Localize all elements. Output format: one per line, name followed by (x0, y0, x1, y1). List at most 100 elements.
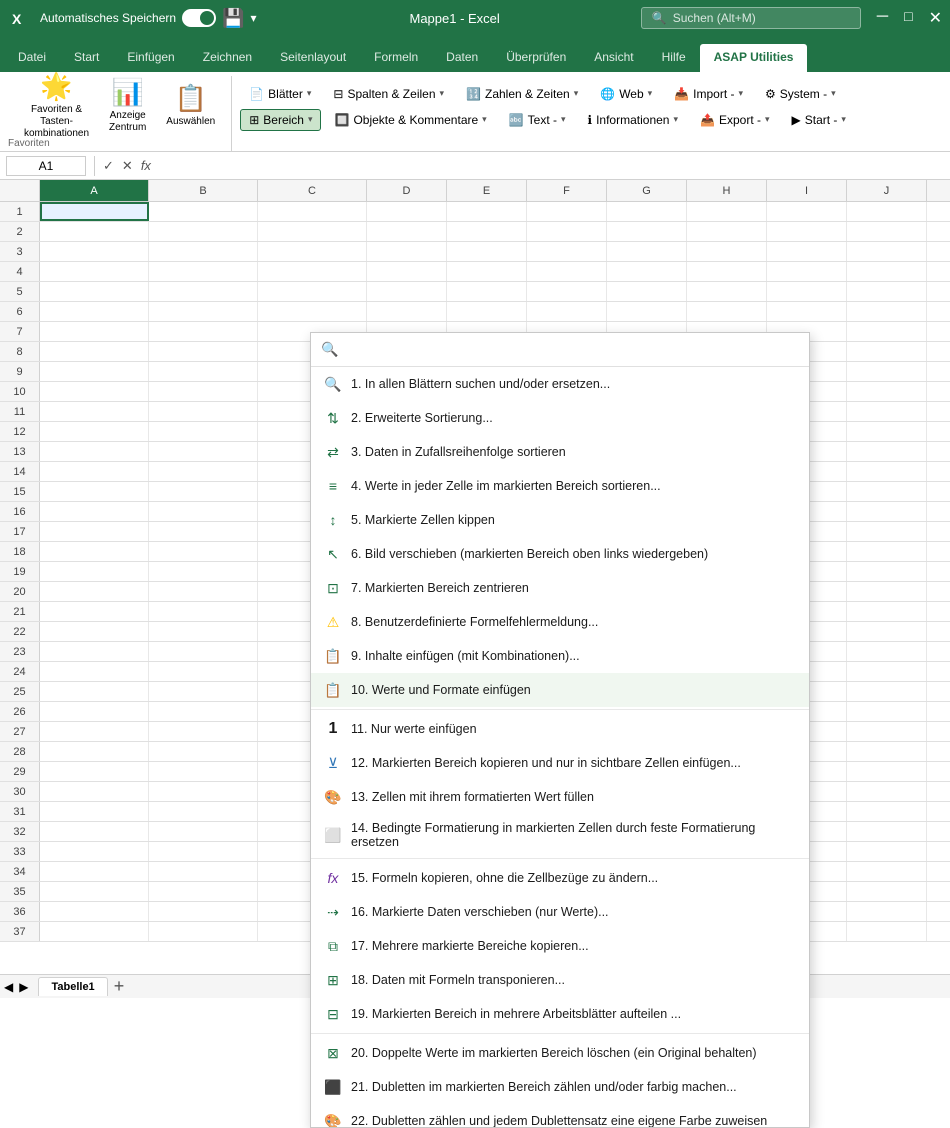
menu-item[interactable]: ⊞18. Daten mit Formeln transponieren... (311, 963, 809, 997)
grid-cell[interactable] (927, 542, 950, 561)
menu-item[interactable]: ≡4. Werte in jeder Zelle im markierten B… (311, 469, 809, 503)
grid-cell[interactable] (40, 782, 149, 801)
grid-cell[interactable] (40, 762, 149, 781)
grid-cell[interactable] (149, 782, 258, 801)
save-icon[interactable]: 💾 (222, 8, 244, 29)
grid-cell[interactable] (847, 882, 927, 901)
grid-cell[interactable] (927, 602, 950, 621)
grid-cell[interactable] (847, 362, 927, 381)
grid-cell[interactable] (40, 702, 149, 721)
grid-cell[interactable] (847, 762, 927, 781)
grid-cell[interactable] (40, 502, 149, 521)
grid-cell[interactable] (40, 882, 149, 901)
grid-cell[interactable] (447, 302, 527, 321)
grid-cell[interactable] (40, 382, 149, 401)
grid-cell[interactable] (149, 262, 258, 281)
col-header-I[interactable]: I (767, 180, 847, 201)
tab-hilfe[interactable]: Hilfe (648, 44, 700, 72)
grid-cell[interactable] (149, 442, 258, 461)
grid-cell[interactable] (767, 282, 847, 301)
grid-cell[interactable] (927, 842, 950, 861)
dropdown-export[interactable]: 📤 Export - ▾ (691, 109, 779, 131)
grid-cell[interactable] (258, 302, 367, 321)
grid-cell[interactable] (927, 662, 950, 681)
grid-cell[interactable] (149, 362, 258, 381)
grid-cell[interactable] (847, 622, 927, 641)
grid-cell[interactable] (149, 562, 258, 581)
grid-cell[interactable] (927, 482, 950, 501)
tab-formeln[interactable]: Formeln (360, 44, 432, 72)
cross-icon[interactable]: ✕ (122, 158, 133, 174)
grid-cell[interactable] (40, 742, 149, 761)
grid-cell[interactable] (367, 262, 447, 281)
grid-cell[interactable] (149, 842, 258, 861)
grid-cell[interactable] (847, 702, 927, 721)
grid-cell[interactable] (847, 262, 927, 281)
grid-cell[interactable] (607, 222, 687, 241)
grid-cell[interactable] (40, 522, 149, 541)
col-header-C[interactable]: C (258, 180, 367, 201)
dropdown-search-input[interactable] (346, 342, 799, 357)
add-sheet-btn[interactable]: + (114, 976, 125, 997)
grid-cell[interactable] (149, 622, 258, 641)
grid-cell[interactable] (847, 862, 927, 881)
grid-cell[interactable] (40, 482, 149, 501)
grid-cell[interactable] (847, 522, 927, 541)
grid-cell[interactable] (149, 422, 258, 441)
col-header-K[interactable]: K (927, 180, 950, 201)
grid-cell[interactable] (40, 862, 149, 881)
grid-cell[interactable] (40, 602, 149, 621)
grid-cell[interactable] (258, 262, 367, 281)
grid-cell[interactable] (40, 302, 149, 321)
grid-cell[interactable] (447, 282, 527, 301)
grid-cell[interactable] (149, 902, 258, 921)
col-header-J[interactable]: J (847, 180, 927, 201)
grid-cell[interactable] (847, 442, 927, 461)
grid-cell[interactable] (927, 222, 950, 241)
dropdown-spalten[interactable]: ⊟ Spalten & Zeilen ▾ (324, 83, 453, 105)
grid-cell[interactable] (149, 282, 258, 301)
grid-cell[interactable] (40, 242, 149, 261)
grid-cell[interactable] (847, 422, 927, 441)
grid-cell[interactable] (40, 902, 149, 921)
tab-ansicht[interactable]: Ansicht (580, 44, 647, 72)
tab-einfuegen[interactable]: Einfügen (113, 44, 188, 72)
grid-cell[interactable] (149, 462, 258, 481)
menu-item[interactable]: 🎨22. Dubletten zählen und jedem Dublette… (311, 1104, 809, 1127)
menu-item[interactable]: ⇅2. Erweiterte Sortierung... (311, 401, 809, 435)
grid-cell[interactable] (149, 582, 258, 601)
grid-cell[interactable] (607, 202, 687, 221)
grid-cell[interactable] (149, 242, 258, 261)
grid-cell[interactable] (687, 242, 767, 261)
grid-cell[interactable] (149, 662, 258, 681)
grid-cell[interactable] (149, 322, 258, 341)
grid-cell[interactable] (149, 862, 258, 881)
grid-cell[interactable] (847, 342, 927, 361)
grid-cell[interactable] (847, 802, 927, 821)
grid-cell[interactable] (149, 722, 258, 741)
menu-item[interactable]: ⊟19. Markierten Bereich in mehrere Arbei… (311, 997, 809, 1031)
dropdown-system[interactable]: ⚙ System - ▾ (756, 83, 845, 105)
col-header-B[interactable]: B (149, 180, 258, 201)
grid-cell[interactable] (847, 562, 927, 581)
menu-item[interactable]: ⇄3. Daten in Zufallsreihenfolge sortiere… (311, 435, 809, 469)
grid-cell[interactable] (847, 282, 927, 301)
fx-icon[interactable]: fx (141, 158, 151, 173)
grid-cell[interactable] (40, 642, 149, 661)
sheet-tab-tabelle1[interactable]: Tabelle1 (38, 977, 107, 996)
dropdown-zahlen[interactable]: 🔢 Zahlen & Zeiten ▾ (457, 83, 587, 105)
col-header-E[interactable]: E (447, 180, 527, 201)
sheet-nav-right[interactable]: ▶ (19, 980, 28, 994)
formula-input[interactable] (155, 158, 944, 173)
grid-cell[interactable] (687, 282, 767, 301)
grid-cell[interactable] (258, 222, 367, 241)
tab-ueberpruefen[interactable]: Überprüfen (492, 44, 580, 72)
grid-cell[interactable] (927, 462, 950, 481)
grid-cell[interactable] (258, 282, 367, 301)
grid-cell[interactable] (40, 662, 149, 681)
grid-cell[interactable] (847, 602, 927, 621)
grid-cell[interactable] (447, 242, 527, 261)
grid-cell[interactable] (847, 842, 927, 861)
grid-cell[interactable] (687, 262, 767, 281)
menu-item[interactable]: 🔍1. In allen Blättern suchen und/oder er… (311, 367, 809, 401)
